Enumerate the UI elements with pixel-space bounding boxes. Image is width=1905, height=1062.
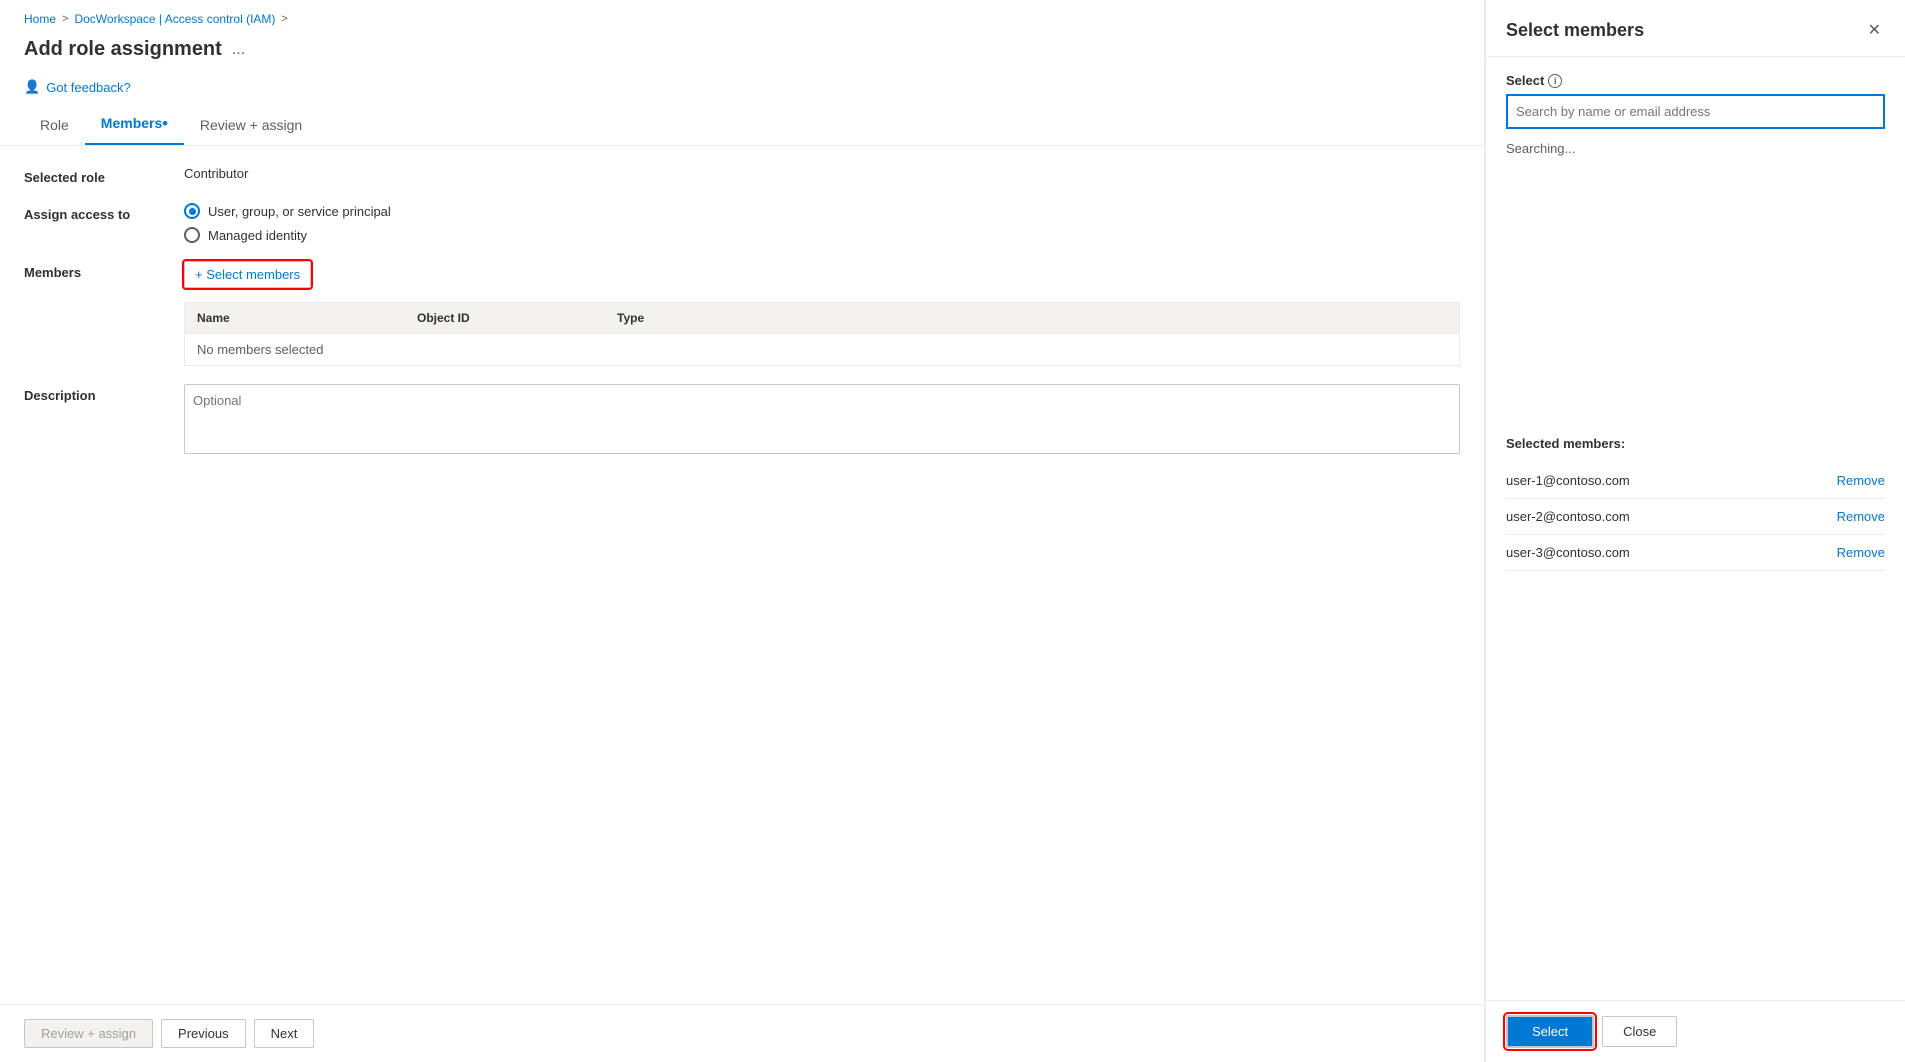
selected-role-row: Selected role Contributor (24, 166, 1460, 185)
selected-members-section: Selected members: user-1@contoso.com Rem… (1506, 436, 1885, 571)
members-list: user-1@contoso.com Remove user-2@contoso… (1506, 463, 1885, 571)
radio-group: User, group, or service principal Manage… (184, 203, 1460, 243)
selected-members-label: Selected members: (1506, 436, 1885, 451)
member-email-0: user-1@contoso.com (1506, 473, 1630, 488)
no-members-text: No members selected (197, 342, 323, 357)
breadcrumb-separator-2: > (281, 13, 287, 25)
searching-text: Searching... (1506, 141, 1885, 156)
col-header-objectid: Object ID (417, 311, 617, 325)
radio-managed-identity-label: Managed identity (208, 228, 307, 243)
flyout-title: Select members (1506, 20, 1644, 41)
breadcrumb-docworkspace[interactable]: DocWorkspace | Access control (IAM) (74, 12, 275, 26)
members-controls: + Select members (184, 261, 1460, 288)
flyout-select-button[interactable]: Select (1506, 1015, 1594, 1048)
breadcrumb-separator-1: > (62, 13, 68, 25)
col-header-type: Type (617, 311, 767, 325)
members-row: Members + Select members Name Object ID … (24, 261, 1460, 366)
radio-managed-identity-circle (184, 227, 200, 243)
tab-role[interactable]: Role (24, 107, 85, 143)
member-row: user-1@contoso.com Remove (1506, 463, 1885, 499)
breadcrumb-home[interactable]: Home (24, 12, 56, 26)
search-box-wrapper (1506, 94, 1885, 129)
assign-access-label: Assign access to (24, 203, 184, 222)
select-members-button[interactable]: + Select members (184, 261, 311, 288)
feedback-label: Got feedback? (46, 80, 131, 95)
flyout-select-label: Select i (1506, 73, 1885, 88)
member-email-1: user-2@contoso.com (1506, 509, 1630, 524)
page-header: Add role assignment ... (0, 34, 1484, 73)
flyout-footer: Select Close (1486, 1000, 1905, 1062)
members-table: Name Object ID Type No members selected (184, 302, 1460, 366)
close-icon[interactable]: ✕ (1864, 16, 1885, 44)
select-members-flyout: Select members ✕ Select i Searching... S… (1485, 0, 1905, 1062)
members-label: Members (24, 261, 184, 280)
assign-access-row: Assign access to User, group, or service… (24, 203, 1460, 243)
review-assign-button[interactable]: Review + assign (24, 1019, 153, 1048)
description-textarea[interactable] (184, 384, 1460, 454)
feedback-icon: 👤 (24, 79, 40, 95)
flyout-header: Select members ✕ (1486, 0, 1905, 57)
radio-user-group[interactable]: User, group, or service principal (184, 203, 1460, 219)
tab-members[interactable]: Members• (85, 105, 184, 145)
more-options-icon[interactable]: ... (232, 41, 245, 59)
col-header-name: Name (197, 311, 417, 325)
remove-member-1[interactable]: Remove (1837, 509, 1885, 524)
table-header: Name Object ID Type (185, 303, 1459, 334)
radio-user-group-circle (184, 203, 200, 219)
search-input[interactable] (1512, 98, 1879, 125)
next-button[interactable]: Next (254, 1019, 315, 1048)
remove-member-0[interactable]: Remove (1837, 473, 1885, 488)
tabs-bar: Role Members• Review + assign (0, 105, 1484, 146)
description-label: Description (24, 384, 184, 403)
previous-button[interactable]: Previous (161, 1019, 246, 1048)
selected-role-label: Selected role (24, 166, 184, 185)
radio-user-group-label: User, group, or service principal (208, 204, 391, 219)
flyout-body: Select i Searching... Selected members: … (1486, 57, 1905, 1000)
member-row: user-2@contoso.com Remove (1506, 499, 1885, 535)
member-row: user-3@contoso.com Remove (1506, 535, 1885, 571)
flyout-close-button[interactable]: Close (1602, 1016, 1677, 1047)
remove-member-2[interactable]: Remove (1837, 545, 1885, 560)
breadcrumb: Home > DocWorkspace | Access control (IA… (0, 0, 1484, 34)
info-icon[interactable]: i (1548, 74, 1562, 88)
tab-review[interactable]: Review + assign (184, 107, 318, 143)
form-content: Selected role Contributor Assign access … (0, 146, 1484, 1004)
selected-role-value: Contributor (184, 166, 1460, 181)
description-row: Description (24, 384, 1460, 454)
bottom-bar: Review + assign Previous Next (0, 1004, 1484, 1062)
radio-managed-identity[interactable]: Managed identity (184, 227, 1460, 243)
member-email-2: user-3@contoso.com (1506, 545, 1630, 560)
page-title: Add role assignment (24, 38, 222, 61)
assign-access-options: User, group, or service principal Manage… (184, 203, 1460, 243)
table-body: No members selected (185, 334, 1459, 365)
feedback-bar[interactable]: 👤 Got feedback? (0, 73, 1484, 105)
